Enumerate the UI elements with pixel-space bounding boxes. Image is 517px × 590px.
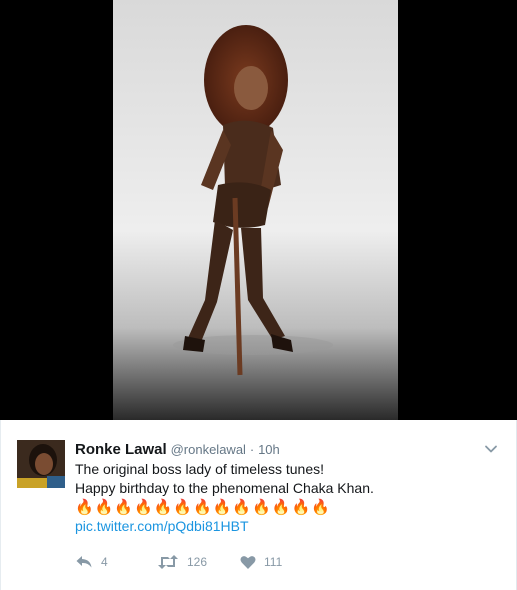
- reply-button[interactable]: 4: [75, 553, 108, 571]
- tweet-text: The original boss lady of timeless tunes…: [75, 460, 495, 536]
- tweet-text-line: The original boss lady of timeless tunes…: [75, 461, 325, 477]
- retweet-icon: [158, 555, 178, 569]
- author-handle[interactable]: @ronkelawal: [171, 442, 246, 457]
- more-options-button[interactable]: [484, 442, 498, 456]
- chevron-down-icon: [485, 445, 497, 453]
- retweet-button[interactable]: 126: [157, 553, 207, 571]
- avatar-image: [17, 440, 65, 488]
- like-count: 111: [264, 555, 283, 569]
- tweet-photo[interactable]: [113, 0, 398, 420]
- tweet-text-line: Happy birthday to the phenomenal Chaka K…: [75, 480, 374, 496]
- media-viewer: [0, 0, 517, 420]
- retweet-count: 126: [187, 555, 208, 569]
- like-button[interactable]: 111: [240, 553, 282, 571]
- heart-icon: [240, 555, 256, 569]
- fire-emoji-row: 🔥🔥🔥🔥🔥🔥🔥🔥🔥🔥🔥🔥🔥: [75, 499, 331, 516]
- separator-dot: ·: [249, 442, 255, 457]
- tweet-header: Ronke Lawal @ronkelawal · 10h: [75, 440, 280, 459]
- photo-image: [113, 0, 398, 420]
- reply-icon: [76, 556, 92, 568]
- media-link[interactable]: pic.twitter.com/pQdbi81HBT: [75, 517, 495, 536]
- author-name[interactable]: Ronke Lawal: [75, 441, 167, 458]
- avatar[interactable]: [17, 440, 65, 488]
- tweet-timestamp[interactable]: 10h: [258, 442, 280, 457]
- tweet-card: Ronke Lawal @ronkelawal · 10h The origin…: [0, 420, 517, 590]
- reply-count: 4: [101, 555, 108, 569]
